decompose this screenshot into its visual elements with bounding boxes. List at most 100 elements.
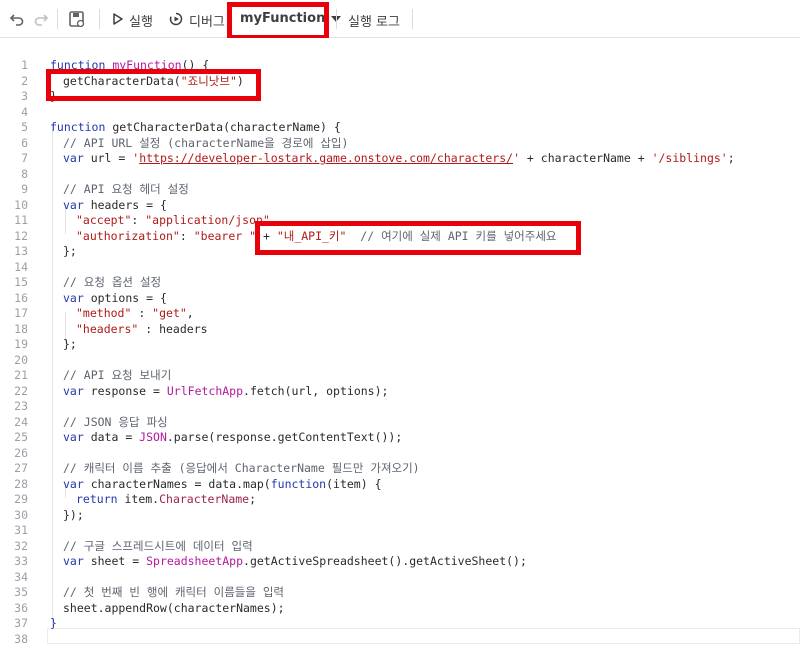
code-line[interactable]: 36 sheet.appendRow(characterNames); xyxy=(0,601,800,617)
code-token: function xyxy=(270,476,327,491)
line-number: 32 xyxy=(14,538,28,553)
code-text: // 첫 번째 빈 행에 캐릭터 이름들을 입력 xyxy=(63,585,284,601)
code-token: "application/json" xyxy=(145,213,270,227)
code-text: "headers" : headers xyxy=(76,322,208,338)
code-line[interactable]: 37} xyxy=(0,616,800,632)
code-token: url = xyxy=(90,151,133,165)
code-line[interactable]: 22 var response = UrlFetchApp.fetch(url, … xyxy=(0,384,800,400)
line-number: 26 xyxy=(14,445,28,460)
run-button-label: 실행 xyxy=(129,15,153,30)
code-token: data = xyxy=(90,430,140,444)
code-line[interactable]: 5 function getCharacterData(characterName… xyxy=(0,120,800,136)
code-token: "headers" xyxy=(76,321,139,336)
code-line[interactable]: 15 // 요청 옵션 설정 xyxy=(0,275,800,291)
debug-button[interactable]: 디버그 xyxy=(169,11,225,30)
toolbar-divider xyxy=(99,9,100,29)
call-argument-highlight xyxy=(46,69,261,101)
line-number: 14 xyxy=(14,259,28,274)
code-line[interactable]: 17 "method" : "get", xyxy=(0,306,800,322)
code-line[interactable]: 14 xyxy=(0,260,800,276)
code-editor[interactable]: 1 function myFunction() {2 getCharacterDat… xyxy=(0,38,800,667)
code-text: function getCharacterData(characterName)… xyxy=(50,120,341,136)
code-line[interactable]: 10 var headers = { xyxy=(0,198,800,214)
code-line[interactable]: 23 xyxy=(0,399,800,415)
code-token: headers = { xyxy=(90,197,167,212)
code-token: : xyxy=(131,213,146,227)
code-token: '/siblings' xyxy=(651,151,728,165)
code-token: response = xyxy=(90,383,167,398)
line-number: 17 xyxy=(14,306,28,320)
code-line[interactable]: 28 var characterNames = data.map(function… xyxy=(0,477,800,493)
undo-icon[interactable] xyxy=(9,11,25,27)
toolbar: 실행 디버그 myFunction 실행 로그 xyxy=(0,0,800,38)
code-token: var xyxy=(63,197,91,212)
code-token: CharacterName xyxy=(159,492,250,506)
code-line[interactable]: 6 // API URL 설정 (characterName을 경로에 삽입) xyxy=(0,136,800,152)
code-line[interactable]: 16 var options = { xyxy=(0,291,800,307)
code-text: // 구글 스프레드시트에 데이터 입력 xyxy=(63,539,253,555)
run-button[interactable]: 실행 xyxy=(113,11,153,30)
save-icon[interactable] xyxy=(68,10,86,28)
line-number: 22 xyxy=(14,383,28,398)
code-token: "accept" xyxy=(76,213,132,227)
code-text: // JSON 응답 파싱 xyxy=(63,415,168,431)
code-text: }; xyxy=(63,244,77,260)
code-line[interactable]: 35 // 첫 번째 빈 행에 캐릭터 이름들을 입력 xyxy=(0,585,800,601)
code-token: options = { xyxy=(90,290,167,305)
code-line[interactable]: 31 xyxy=(0,523,800,539)
line-number: 7 xyxy=(21,151,28,165)
line-number: 25 xyxy=(14,430,28,444)
code-line[interactable]: 26 xyxy=(0,446,800,462)
line-number: 20 xyxy=(14,352,28,367)
code-token: // JSON 응답 파싱 xyxy=(63,414,168,429)
code-line[interactable]: 19}; xyxy=(0,337,800,353)
code-line[interactable]: 4 xyxy=(0,105,800,121)
code-text: return item.CharacterName; xyxy=(76,492,256,508)
line-number: 28 xyxy=(14,476,28,491)
code-line[interactable]: 29 return item.CharacterName; xyxy=(0,492,800,508)
code-line[interactable]: 25 var data = JSON.parse(response.getCont… xyxy=(0,430,800,446)
line-number: 18 xyxy=(14,321,28,336)
code-line[interactable]: 34 xyxy=(0,570,800,586)
code-text: // API 요청 보내기 xyxy=(63,368,171,384)
line-number: 31 xyxy=(14,523,28,537)
code-line[interactable]: 27 // 캐릭터 이름 추출 (응답에서 CharacterName 필드만 가… xyxy=(0,461,800,477)
code-line[interactable]: 21 // API 요청 보내기 xyxy=(0,368,800,384)
code-text: // API 요청 헤더 설정 xyxy=(63,182,189,198)
code-line[interactable]: 33 var sheet = SpreadsheetApp.getActiveSp… xyxy=(0,554,800,570)
code-token: : xyxy=(131,306,153,320)
code-token: "authorization" xyxy=(76,228,180,243)
code-line[interactable]: 38 xyxy=(0,632,800,648)
code-line[interactable]: 30}); xyxy=(0,508,800,524)
code-token: : headers xyxy=(138,321,208,336)
code-token: // 요청 옵션 설정 xyxy=(63,275,162,289)
code-line[interactable]: 32 // 구글 스프레드시트에 데이터 입력 xyxy=(0,539,800,555)
execution-log-button[interactable]: 실행 로그 xyxy=(348,11,400,30)
line-number: 13 xyxy=(14,244,28,258)
code-token: }; xyxy=(63,337,77,351)
code-line[interactable]: 20 xyxy=(0,353,800,369)
line-number: 36 xyxy=(14,600,28,615)
code-token: return xyxy=(76,492,125,506)
code-text: var response = UrlFetchApp.fetch(url, op… xyxy=(63,384,388,400)
code-text: "method" : "get", xyxy=(76,306,194,322)
line-number: 15 xyxy=(14,275,28,289)
code-line[interactable]: 24 // JSON 응답 파싱 xyxy=(0,415,800,431)
line-number: 34 xyxy=(14,569,28,584)
function-selector-highlight xyxy=(227,2,329,40)
code-token: function xyxy=(50,120,113,134)
line-number: 5 xyxy=(21,120,28,134)
code-line[interactable]: 7 var url = 'https://developer-lostark.ga… xyxy=(0,151,800,167)
code-token: var xyxy=(63,383,91,398)
code-token: ' xyxy=(513,151,520,165)
code-token: }); xyxy=(63,507,84,522)
line-number: 29 xyxy=(14,492,28,506)
code-text: } xyxy=(50,616,57,632)
toolbar-divider xyxy=(336,9,337,29)
code-line[interactable]: 9 // API 요청 헤더 설정 xyxy=(0,182,800,198)
redo-icon[interactable] xyxy=(33,11,49,27)
code-token: .getActiveSpreadsheet().getActiveSheet()… xyxy=(243,554,527,568)
code-line[interactable]: 18 "headers" : headers xyxy=(0,322,800,338)
code-line[interactable]: 8 xyxy=(0,167,800,183)
code-text: // 캐릭터 이름 추출 (응답에서 CharacterName 필드만 가져오… xyxy=(63,461,420,477)
